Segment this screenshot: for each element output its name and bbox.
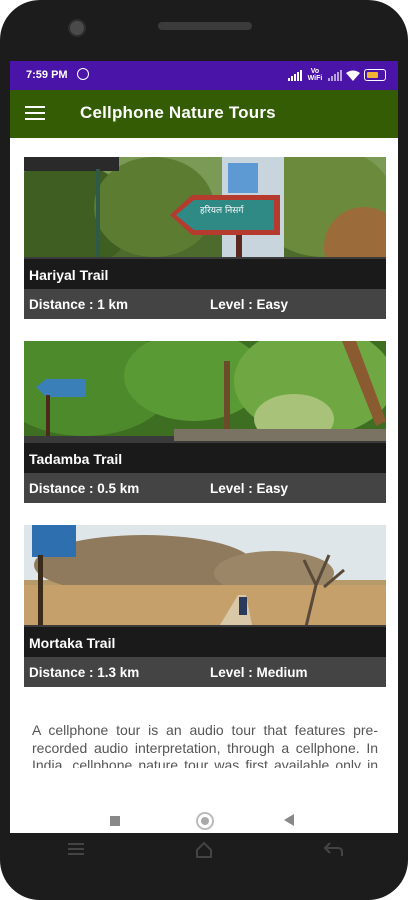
hardware-menu-icon[interactable] [66, 840, 86, 858]
trail-name: Mortaka Trail [29, 635, 116, 651]
screen: 7:59 PM Vo WiFi Cellphone Nature Tours ह… [10, 61, 398, 833]
status-icons: Vo WiFi [288, 68, 386, 82]
cell-signal-icon [288, 69, 302, 81]
status-bar: 7:59 PM Vo WiFi [10, 61, 398, 90]
phone-frame: 7:59 PM Vo WiFi Cellphone Nature Tours ह… [0, 0, 408, 900]
wifi-icon [346, 70, 360, 81]
trail-distance: Distance : 1 km [29, 297, 129, 312]
app-bar: Cellphone Nature Tours [10, 90, 398, 138]
trail-info-bar: Distance : 0.5 km Level : Easy [24, 473, 386, 503]
trail-card-hariyal[interactable]: हरियल निसर्ग Hariyal Trail Distance : 1 … [24, 157, 386, 319]
trail-level: Level : Easy [210, 297, 289, 312]
vowifi-label: Vo WiFi [307, 68, 323, 82]
trail-info-bar: Distance : 1 km Level : Easy [24, 289, 386, 319]
sign-text: हरियल निसर्ग [200, 204, 244, 216]
menu-icon[interactable] [25, 106, 45, 122]
hardware-home-icon[interactable] [194, 840, 214, 860]
trail-name-bar: Tadamba Trail [24, 443, 386, 473]
phone-top-bezel [0, 0, 408, 60]
front-camera [68, 19, 86, 37]
trail-distance: Distance : 0.5 km [29, 481, 140, 496]
back-icon[interactable] [284, 814, 294, 826]
alarm-icon [77, 68, 89, 80]
trail-name: Tadamba Trail [29, 451, 123, 467]
status-time: 7:59 PM [26, 69, 68, 81]
trail-level: Level : Easy [210, 481, 289, 496]
trail-info-bar: Distance : 1.3 km Level : Medium [24, 657, 386, 687]
trail-level: Level : Medium [210, 665, 308, 680]
cell-signal-2-icon [328, 69, 342, 81]
trail-name: Hariyal Trail [29, 267, 109, 283]
trail-list: हरियल निसर्ग Hariyal Trail Distance : 1 … [10, 138, 398, 768]
trail-name-bar: Mortaka Trail [24, 627, 386, 657]
hardware-back-icon[interactable] [322, 840, 344, 858]
description-text: A cellphone tour is an audio tour that f… [32, 722, 378, 768]
trail-distance: Distance : 1.3 km [29, 665, 140, 680]
recents-icon[interactable] [110, 816, 120, 826]
app-title: Cellphone Nature Tours [80, 103, 276, 122]
trail-card-mortaka[interactable]: Mortaka Trail Distance : 1.3 km Level : … [24, 525, 386, 687]
home-icon[interactable] [196, 812, 214, 830]
earpiece-speaker [158, 22, 252, 30]
trail-card-tadamba[interactable]: Tadamba Trail Distance : 0.5 km Level : … [24, 341, 386, 503]
battery-icon [364, 69, 386, 81]
trail-name-bar: Hariyal Trail [24, 259, 386, 289]
system-nav-bar [10, 768, 398, 833]
